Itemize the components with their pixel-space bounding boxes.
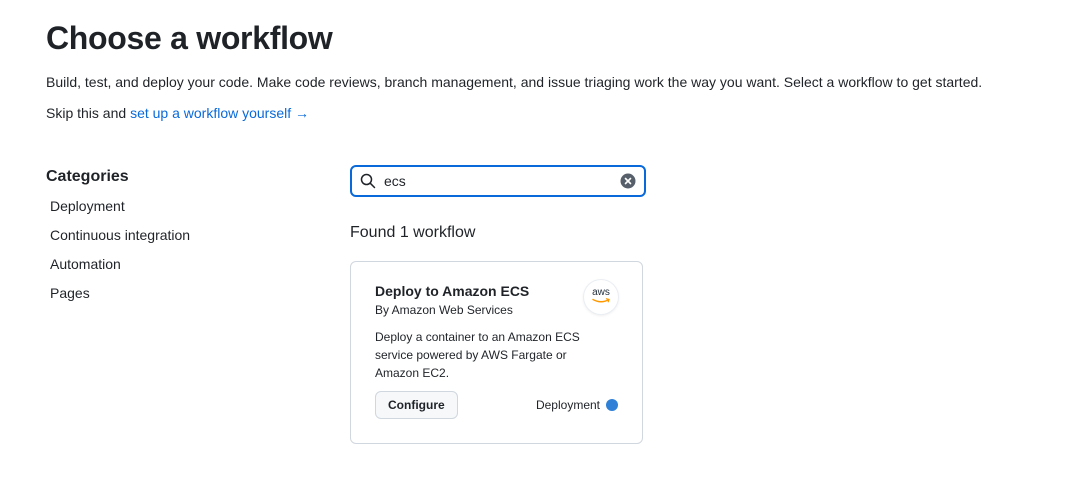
workflow-card-category: Deployment: [536, 398, 618, 412]
category-item-pages[interactable]: Pages: [46, 279, 286, 308]
page-subtitle: Build, test, and deploy your code. Make …: [46, 74, 983, 90]
workflow-card-category-label: Deployment: [535, 398, 600, 412]
results-count: Found 1 workflow: [350, 224, 476, 241]
workflow-card-title: Deploy to Amazon ECS: [375, 283, 530, 299]
search-input[interactable]: [384, 173, 620, 189]
arrow-right-icon: →: [295, 105, 310, 121]
clear-icon[interactable]: [620, 173, 636, 189]
setup-workflow-link-label: set up a workflow yourself: [130, 105, 292, 121]
category-item-deployment[interactable]: Deployment: [46, 192, 286, 221]
category-color-dot: [606, 399, 618, 411]
configure-button[interactable]: Configure: [375, 391, 458, 419]
category-item-automation[interactable]: Automation: [46, 250, 286, 279]
setup-workflow-yourself-link[interactable]: set up a workflow yourself →: [130, 105, 309, 121]
skip-prefix: Skip this and: [46, 105, 131, 121]
aws-logo-icon: aws: [584, 280, 618, 314]
workflow-card: Deploy to Amazon ECS By Amazon Web Servi…: [350, 261, 643, 444]
workflow-search-box[interactable]: [350, 165, 646, 197]
page-title: Choose a workflow: [46, 20, 333, 56]
categories-heading: Categories: [46, 168, 129, 185]
aws-logo-text: aws: [592, 287, 610, 298]
category-item-continuous-integration[interactable]: Continuous integration: [46, 221, 286, 250]
workflow-card-author: By Amazon Web Services: [375, 303, 513, 317]
workflow-card-description: Deploy a container to an Amazon ECS serv…: [375, 330, 580, 380]
workflow-card-footer: Configure Deployment: [375, 391, 618, 419]
skip-line: Skip this and set up a workflow yourself…: [46, 105, 309, 121]
search-icon: [360, 173, 376, 189]
categories-sidebar: Categories Deployment Continuous integra…: [46, 168, 286, 308]
aws-smile-icon: [592, 298, 610, 303]
